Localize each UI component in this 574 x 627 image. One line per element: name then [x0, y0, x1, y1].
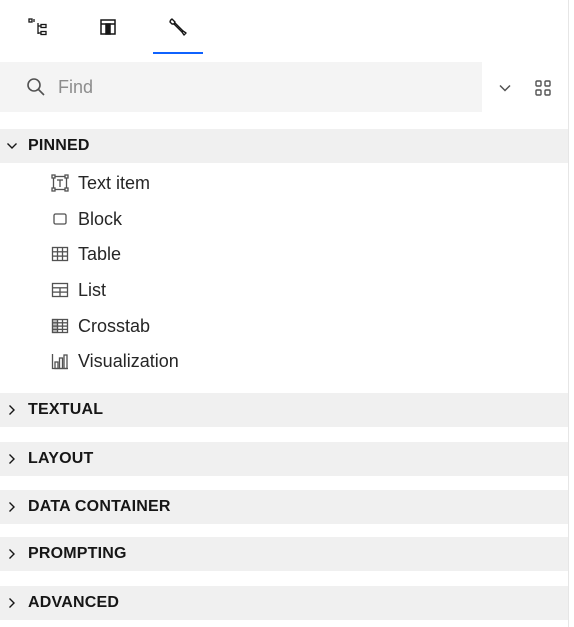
- tab-page-navigation[interactable]: [10, 0, 66, 54]
- tool-item-label: Text item: [78, 172, 151, 193]
- chevron-right-icon: [4, 402, 20, 418]
- table-icon: [50, 244, 70, 264]
- tab-properties[interactable]: [80, 0, 136, 54]
- tool-item-label: Block: [78, 208, 123, 229]
- tab-toolbox[interactable]: [150, 0, 206, 54]
- search-row: [0, 62, 568, 112]
- chevron-right-icon: [4, 546, 20, 562]
- section-header-layout[interactable]: LAYOUT: [0, 442, 568, 476]
- toolbox-wrench-icon: [167, 16, 189, 38]
- tool-item-block[interactable]: Block: [50, 202, 122, 236]
- chevron-right-icon: [4, 499, 20, 515]
- crosstab-icon: [50, 316, 70, 336]
- hierarchy-icon: [27, 16, 49, 38]
- chevron-right-icon: [4, 595, 20, 611]
- section-label: DATA CONTAINER: [28, 498, 171, 515]
- panel-tab-bar: [0, 0, 568, 54]
- section-label: TEXTUAL: [28, 401, 104, 418]
- list-icon: [50, 280, 70, 300]
- tool-item-label: Visualization: [78, 350, 179, 371]
- section-header-data-container[interactable]: DATA CONTAINER: [0, 490, 568, 524]
- tool-item-label: Crosstab: [78, 315, 151, 336]
- chevron-down-icon[interactable]: [494, 77, 516, 99]
- chevron-right-icon: [4, 451, 20, 467]
- tool-item-visualization[interactable]: Visualization: [50, 344, 179, 378]
- section-header-advanced[interactable]: ADVANCED: [0, 586, 568, 620]
- section-header-pinned[interactable]: PINNED: [0, 129, 568, 163]
- tool-item-label: List: [78, 279, 107, 300]
- section-label: PINNED: [28, 137, 90, 154]
- tool-item-table[interactable]: Table: [50, 237, 121, 271]
- visualization-icon: [50, 351, 70, 371]
- search-box: [0, 62, 482, 112]
- section-label: ADVANCED: [28, 594, 120, 611]
- text-item-icon: [50, 173, 70, 193]
- tool-item-label: Table: [78, 243, 122, 264]
- section-header-textual[interactable]: TEXTUAL: [0, 393, 568, 427]
- tool-item-text-item[interactable]: Text item: [50, 166, 150, 200]
- section-label: LAYOUT: [28, 450, 94, 467]
- chevron-down-icon: [4, 138, 20, 154]
- grid-view-icon[interactable]: [531, 76, 555, 100]
- block-icon: [50, 209, 70, 229]
- tool-item-list[interactable]: List: [50, 273, 106, 307]
- section-label: PROMPTING: [28, 545, 127, 562]
- toolbox-panel: PINNED Text item Block: [0, 0, 569, 627]
- tool-item-crosstab[interactable]: Crosstab: [50, 309, 150, 343]
- search-icon: [26, 77, 46, 97]
- section-header-prompting[interactable]: PROMPTING: [0, 537, 568, 571]
- search-input[interactable]: [58, 67, 438, 107]
- properties-panel-icon: [98, 17, 118, 37]
